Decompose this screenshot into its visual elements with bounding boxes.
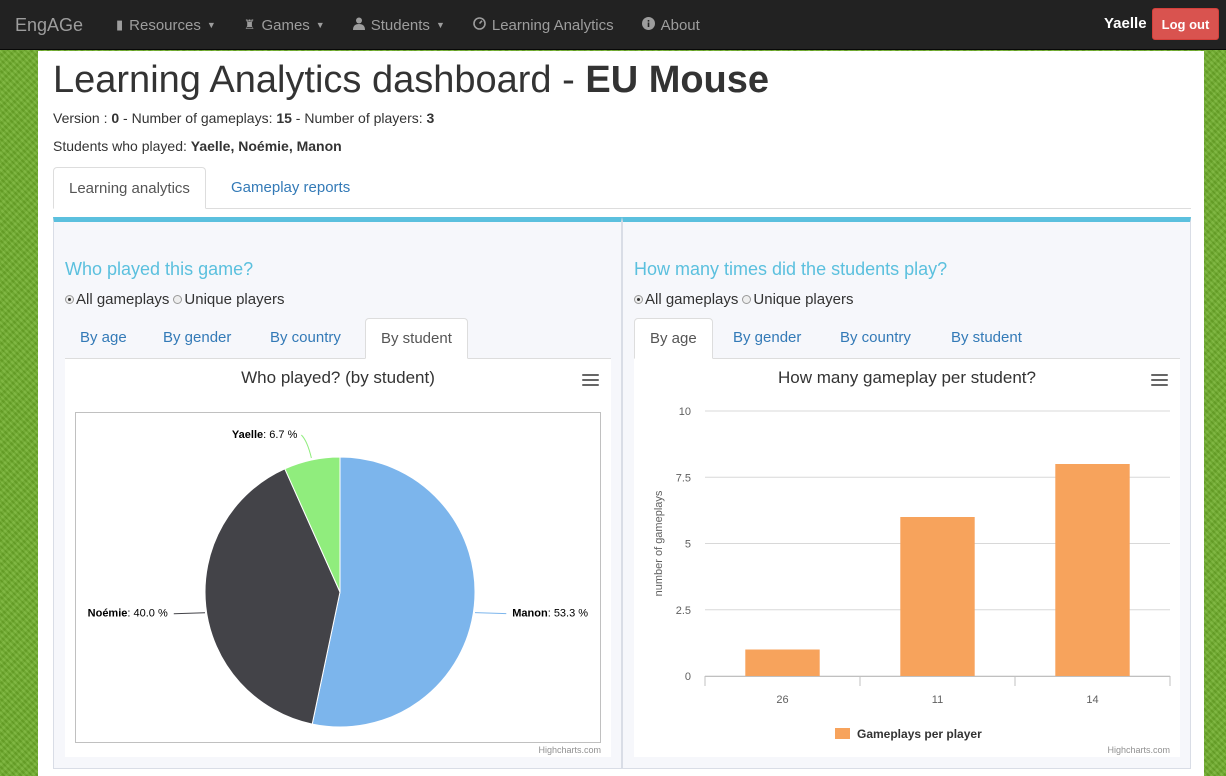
nav-menu: ▮ Resources ▼ ♜ Games ▼ Students ▼ Learn…: [102, 0, 714, 50]
tab-by-student[interactable]: By student: [936, 318, 1037, 358]
tab-by-gender[interactable]: By gender: [148, 318, 246, 358]
user-icon: [352, 17, 365, 33]
version-value: 0: [111, 110, 120, 126]
bar-chart: How many gameplay per student? 0 2.5 5 7.5 1…: [634, 359, 1180, 757]
nav-item-games[interactable]: ♜ Games ▼: [230, 0, 339, 50]
pie-connector: [474, 612, 507, 615]
brand-logo[interactable]: EngAGe: [15, 15, 83, 36]
pie-label-value: : 6.7 %: [263, 429, 297, 441]
tab-by-student[interactable]: By student: [365, 318, 468, 359]
game-stats: Version : 0 - Number of gameplays: 15 - …: [53, 110, 434, 126]
panel-how-many-times: How many times did the students play? Al…: [622, 217, 1191, 769]
page-title-prefix: Learning Analytics dashboard -: [53, 59, 586, 101]
caret-down-icon: ▼: [435, 20, 445, 30]
gameplays-label: - Number of gameplays:: [119, 110, 277, 126]
nav-item-label: Students: [370, 16, 430, 34]
pie-label-name: Noémie: [88, 608, 128, 620]
pie-connector: [173, 612, 206, 615]
chart-credits[interactable]: Highcharts.com: [1107, 745, 1170, 755]
players-value: 3: [426, 110, 435, 126]
bar-14[interactable]: [1055, 464, 1130, 676]
dashboard-icon: [473, 17, 486, 33]
y-tick-label: 5: [685, 539, 691, 551]
nav-item-label: About: [660, 16, 700, 34]
info-icon: [641, 17, 655, 33]
caret-down-icon: ▼: [206, 20, 216, 30]
nav-item-resources[interactable]: ▮ Resources ▼: [102, 0, 230, 50]
pie-label-value: : 40.0 %: [127, 608, 168, 620]
radio-group: All gameplays Unique players: [65, 291, 284, 308]
y-tick-label: 2.5: [676, 605, 691, 617]
radio-label: All gameplays: [76, 291, 170, 308]
radio-unique-players[interactable]: [742, 295, 752, 304]
radio-group: All gameplays Unique players: [634, 291, 853, 308]
version-label: Version :: [53, 110, 112, 126]
navbar: EngAGe ▮ Resources ▼ ♜ Games ▼ Students …: [0, 0, 1226, 50]
tab-by-gender[interactable]: By gender: [718, 318, 816, 358]
game-name: EU Mouse: [585, 59, 770, 101]
tab-by-age[interactable]: By age: [65, 318, 142, 358]
panel-who-played: Who played this game? All gameplays Uniq…: [53, 217, 622, 769]
gameplays-value: 15: [276, 110, 292, 126]
radio-label: All gameplays: [645, 291, 739, 308]
pie-label-name: Yaelle: [232, 429, 263, 441]
book-icon: ▮: [116, 17, 124, 32]
pie-chart: Who played? (by student) Manon: 53.3 % No…: [65, 359, 611, 757]
nav-item-label: Games: [261, 16, 310, 34]
radio-unique-players[interactable]: [173, 295, 183, 304]
radio-label: Unique players: [184, 291, 285, 308]
y-tick-label: 10: [679, 406, 691, 418]
tab-gameplay-reports[interactable]: Gameplay reports: [216, 167, 365, 208]
students-played: Students who played: Yaelle, Noémie, Man…: [53, 138, 342, 154]
bar-11[interactable]: [900, 517, 975, 676]
tab-by-age[interactable]: By age: [634, 318, 713, 359]
pie-chart-svg: Manon: 53.3 % Noémie: 40.0 % Yaelle: 6.7 %: [75, 412, 601, 743]
tab-by-country[interactable]: By country: [825, 318, 926, 358]
panel-title: Who played this game?: [65, 259, 254, 279]
pie-connector: [301, 434, 312, 459]
students-label: Students who played:: [53, 138, 191, 154]
x-tick-label: 14: [1086, 694, 1098, 706]
main-container: Learning Analytics dashboard - EU Mouse …: [38, 51, 1204, 776]
current-user[interactable]: Yaelle: [1104, 15, 1147, 32]
players-label: - Number of players:: [291, 110, 427, 126]
radio-label: Unique players: [753, 291, 854, 308]
legend-symbol[interactable]: [835, 728, 850, 739]
chart-credits[interactable]: Highcharts.com: [538, 745, 601, 755]
legend-label[interactable]: Gameplays per player: [857, 727, 982, 741]
tab-by-country[interactable]: By country: [255, 318, 356, 358]
tab-learning-analytics[interactable]: Learning analytics: [53, 167, 206, 209]
panel-title: How many times did the students play?: [634, 259, 948, 279]
logout-button[interactable]: Log out: [1152, 8, 1219, 40]
y-axis-title: number of gameplays: [653, 490, 665, 596]
nav-item-label: Learning Analytics: [491, 16, 614, 34]
nav-item-students[interactable]: Students ▼: [339, 0, 459, 50]
pie-label-value: : 53.3 %: [548, 608, 589, 620]
pie-label-yaelle: Yaelle: 6.7 %: [232, 429, 298, 441]
x-tick-label: 26: [776, 694, 788, 706]
caret-down-icon: ▼: [315, 20, 325, 30]
x-tick-label: 11: [932, 694, 943, 706]
radio-all-gameplays[interactable]: [65, 295, 74, 304]
page-title: Learning Analytics dashboard - EU Mouse: [53, 59, 769, 102]
rook-icon: ♜: [243, 17, 256, 32]
bar-chart-svg: 0 2.5 5 7.5 10 number of gameplays 26 11 14 Gam…: [653, 406, 1171, 741]
nav-item-learning-analytics[interactable]: Learning Analytics: [459, 0, 628, 50]
sub-tabs: By age By gender By country By student: [65, 318, 611, 359]
y-tick-label: 7.5: [676, 472, 691, 484]
y-tick-label: 0: [685, 671, 691, 683]
sub-tabs: By age By gender By country By student: [634, 318, 1180, 359]
students-value: Yaelle, Noémie, Manon: [190, 138, 342, 154]
main-tabs: Learning analytics Gameplay reports: [53, 167, 1191, 209]
pie-label-noémie: Noémie: 40.0 %: [88, 608, 168, 620]
pie-label-manon: Manon: 53.3 %: [512, 608, 588, 620]
radio-all-gameplays[interactable]: [634, 295, 643, 304]
bar-26[interactable]: [745, 649, 820, 677]
pie-label-name: Manon: [512, 608, 548, 620]
nav-item-label: Resources: [129, 16, 201, 34]
nav-item-about[interactable]: About: [628, 0, 714, 50]
